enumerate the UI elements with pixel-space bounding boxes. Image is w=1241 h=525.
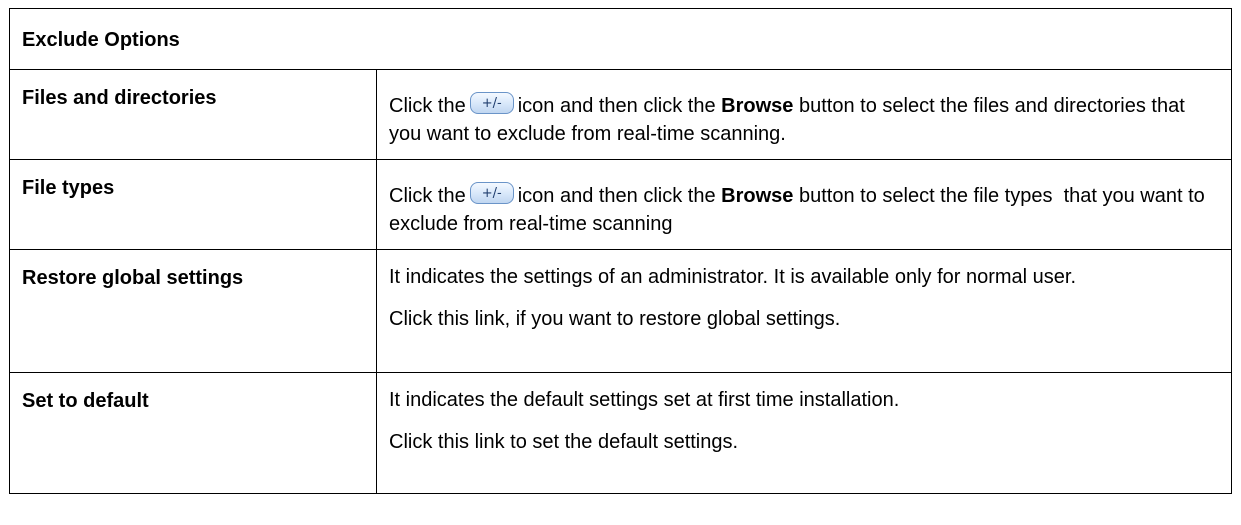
option-label-set-to-default: Set to default bbox=[9, 372, 377, 494]
option-label-file-types: File types bbox=[9, 159, 377, 250]
browse-button-reference: Browse bbox=[721, 95, 794, 117]
table-row: Files and directories Click the +/- icon a… bbox=[9, 69, 1232, 160]
table-row: Set to default It indicates the default … bbox=[9, 372, 1232, 494]
desc-text: Click the bbox=[389, 95, 466, 117]
option-description-files-and-directories: Click the +/- icon and then click the Brow… bbox=[376, 69, 1232, 160]
option-label-restore-global-settings: Restore global settings bbox=[9, 249, 377, 373]
option-description-restore-global-settings: It indicates the settings of an administ… bbox=[376, 249, 1232, 373]
table-row: File types Click the +/- icon and then cli… bbox=[9, 159, 1232, 250]
exclude-options-table: Exclude Options Files and directories Cl… bbox=[9, 8, 1232, 494]
plus-minus-icon: +/- bbox=[469, 92, 514, 114]
table-header-label: Exclude Options bbox=[22, 29, 180, 51]
desc-text: icon and then click the bbox=[517, 95, 716, 117]
table-header: Exclude Options bbox=[9, 8, 1232, 70]
desc-paragraph: Click this link to set the default setti… bbox=[389, 431, 739, 453]
option-description-set-to-default: It indicates the default settings set at… bbox=[376, 372, 1232, 494]
desc-text: Click the bbox=[389, 185, 466, 207]
table-row: Restore global settings It indicates the… bbox=[9, 249, 1232, 373]
browse-button-reference: Browse bbox=[721, 185, 794, 207]
desc-paragraph: It indicates the settings of an administ… bbox=[389, 266, 1077, 288]
plus-minus-icon: +/- bbox=[469, 182, 514, 204]
option-label-files-and-directories: Files and directories bbox=[9, 69, 377, 160]
option-description-file-types: Click the +/- icon and then click the Brow… bbox=[376, 159, 1232, 250]
table-header-row: Exclude Options bbox=[9, 8, 1232, 70]
desc-paragraph: Click this link, if you want to restore … bbox=[389, 308, 841, 330]
desc-paragraph: It indicates the default settings set at… bbox=[389, 389, 900, 411]
desc-text: icon and then click the bbox=[517, 185, 716, 207]
